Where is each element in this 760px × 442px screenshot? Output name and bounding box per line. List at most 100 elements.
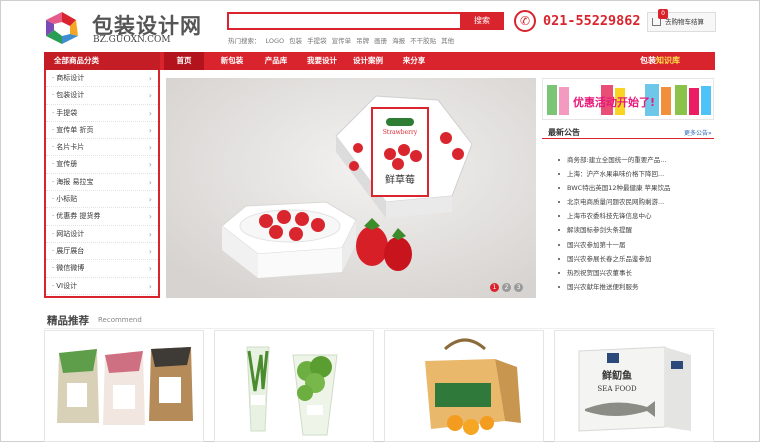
- news-item[interactable]: 国兴农献年推送便利服务: [555, 280, 715, 294]
- sidebar-item[interactable]: 优惠券 提货券 ›: [46, 208, 158, 226]
- hot-keyword[interactable]: LOGO: [266, 37, 285, 45]
- product-card-orange-box[interactable]: [384, 330, 544, 442]
- nav-product-library[interactable]: 产品库: [254, 52, 298, 70]
- hot-keyword[interactable]: 包装: [289, 37, 302, 45]
- news-item[interactable]: 北京电商质量问题农民网购剩游...: [555, 195, 715, 209]
- rice-bags-image: [57, 347, 193, 425]
- chevron-right-icon: ›: [148, 195, 152, 205]
- knowledge-highlight: 知识库: [656, 56, 680, 65]
- sidebar-item-label: 小标贴: [56, 195, 78, 204]
- sidebar-item[interactable]: 宣传单 折页 ›: [46, 122, 158, 140]
- sidebar-item-label: 宣传单 折页: [56, 125, 94, 134]
- sidebar-item[interactable]: 手提袋 ›: [46, 105, 158, 122]
- sidebar-item[interactable]: 小标贴 ›: [46, 191, 158, 209]
- chevron-right-icon: ›: [148, 91, 152, 101]
- news-item[interactable]: 国兴农参加第十一届: [555, 238, 715, 252]
- slide-dot[interactable]: 2: [502, 283, 511, 292]
- recommend-subtitle: Recommend: [98, 316, 142, 324]
- hot-keyword[interactable]: 画册: [374, 37, 387, 45]
- nav-new-packaging[interactable]: 新包装: [208, 52, 256, 70]
- slide-dot[interactable]: 3: [514, 283, 523, 292]
- sidebar-item[interactable]: 网站设计 ›: [46, 226, 158, 243]
- news-item[interactable]: 热烈祝贺国兴农董事长: [555, 266, 715, 280]
- chevron-right-icon: ›: [148, 264, 152, 274]
- nav-design-cases[interactable]: 设计案例: [346, 52, 390, 70]
- hot-keyword[interactable]: 宣传单: [332, 37, 352, 45]
- sidebar-item[interactable]: 微信微博 ›: [46, 260, 158, 278]
- cart-label: 去购物车结算: [665, 18, 704, 26]
- sidebar-item[interactable]: 包装设计 ›: [46, 87, 158, 105]
- svg-text:SEA FOOD: SEA FOOD: [597, 385, 637, 393]
- seafood-box-image: 鲜鱽鱼 SEA FOOD: [578, 346, 691, 432]
- sidebar-item[interactable]: 展厅展台 ›: [46, 243, 158, 261]
- sidebar-item-label: 商标设计: [56, 74, 85, 82]
- logo-icon[interactable]: [44, 10, 80, 46]
- news-title: 最新公告: [548, 128, 580, 137]
- news-item[interactable]: 上海市农委科技先锋信息中心: [555, 209, 715, 223]
- chevron-right-icon: ›: [148, 229, 152, 239]
- hot-keywords: 热门搜索： LOGO 包装 手提袋 宣传单 吊牌 画册 海报 不干胶贴 其他: [228, 35, 459, 45]
- sidebar-item-label: VI设计: [56, 281, 78, 290]
- news-item[interactable]: 解读国标参剑头条提醒: [555, 223, 715, 237]
- sidebar-item-label: 宣传册: [56, 160, 78, 169]
- hero-banner[interactable]: 鲜草莓 Strawberry: [166, 78, 536, 298]
- search-button[interactable]: 搜索: [460, 12, 504, 30]
- hot-label: 热门搜索：: [228, 37, 261, 45]
- sidebar-item[interactable]: 海报 易拉宝 ›: [46, 174, 158, 192]
- box-label-en: Strawberry: [383, 129, 418, 136]
- product-card-seafood-box[interactable]: 鲜鱽鱼 SEA FOOD: [554, 330, 714, 442]
- product-card-vegetables[interactable]: [214, 330, 374, 442]
- svg-text:鲜鱽鱼: 鲜鱽鱼: [602, 369, 632, 382]
- chevron-right-icon: ›: [148, 143, 152, 153]
- chevron-right-icon: ›: [148, 160, 152, 170]
- chevron-right-icon: ›: [148, 108, 152, 118]
- site-domain: BZ.GUOXN.COM: [93, 35, 171, 45]
- hot-keyword[interactable]: 海报: [392, 37, 405, 45]
- recommend-title: 精品推荐: [47, 315, 89, 327]
- phone-icon: ✆: [514, 10, 536, 32]
- product-card-rice[interactable]: [44, 330, 204, 442]
- sidebar-item[interactable]: VI设计 ›: [46, 278, 158, 295]
- news-item[interactable]: 国兴农参展长春之乐品鉴参加: [555, 252, 715, 266]
- phone-number: 021-55229862: [543, 13, 641, 29]
- news-item[interactable]: BWC特出英国12种最健康 苹果饮品: [555, 181, 715, 195]
- sidebar-item[interactable]: 商标设计 ›: [46, 70, 158, 88]
- sidebar-item-label: 名片卡片: [56, 143, 85, 152]
- nav-my-design[interactable]: 我要设计: [300, 52, 344, 70]
- news-more-link[interactable]: 更多公告»: [684, 128, 712, 137]
- nav-home[interactable]: 首页: [164, 52, 204, 70]
- news-item[interactable]: 上海：沪产水果串味价格下降回...: [555, 167, 715, 181]
- chevron-right-icon: ›: [148, 281, 152, 291]
- hot-keyword[interactable]: 手提袋: [307, 37, 327, 45]
- sidebar-item-label: 手提袋: [56, 108, 78, 117]
- knowledge-prefix: 包装: [640, 56, 656, 65]
- orange-gift-box-image: [425, 338, 521, 435]
- sidebar-item-label: 网站设计: [56, 229, 85, 238]
- sidebar-item-label: 展厅展台: [56, 246, 85, 255]
- search-input[interactable]: [227, 12, 462, 30]
- chevron-right-icon: ›: [148, 125, 152, 135]
- slide-dot[interactable]: 1: [490, 283, 499, 292]
- cart-icon: [652, 18, 661, 26]
- all-categories-button[interactable]: 全部商品分类: [44, 52, 160, 70]
- vegetable-bags-image: [246, 346, 338, 436]
- promo-banner[interactable]: 优惠活动开始了!: [542, 78, 714, 120]
- sidebar-item-label: 优惠券 提货券: [56, 212, 101, 221]
- nav-share[interactable]: 来分享: [392, 52, 436, 70]
- chevron-right-icon: ›: [148, 177, 152, 187]
- chevron-right-icon: ›: [148, 212, 152, 222]
- promo-text: 优惠活动开始了!: [573, 95, 655, 109]
- sidebar-item[interactable]: 宣传册 ›: [46, 156, 158, 174]
- knowledge-base-link[interactable]: 包装知识库: [640, 52, 680, 70]
- chevron-right-icon: ›: [148, 74, 152, 83]
- hot-keyword[interactable]: 不干胶贴: [410, 37, 436, 45]
- news-item[interactable]: 商务部:建立全国统一的重要产品...: [555, 153, 715, 167]
- cart-button[interactable]: 0 去购物车结算: [647, 9, 716, 32]
- cart-count-badge: 0: [658, 9, 668, 19]
- sidebar-item[interactable]: 名片卡片 ›: [46, 139, 158, 157]
- sidebar-item-label: 包装设计: [56, 91, 85, 100]
- hot-keyword[interactable]: 吊牌: [356, 37, 369, 45]
- hot-keyword[interactable]: 其他: [441, 37, 454, 45]
- sidebar-item-label: 微信微博: [56, 264, 85, 273]
- category-sidebar: 商标设计 › 包装设计 › 手提袋 › 宣传单 折页 › 名片卡片 › 宣传册 › 海报 易…: [44, 70, 160, 298]
